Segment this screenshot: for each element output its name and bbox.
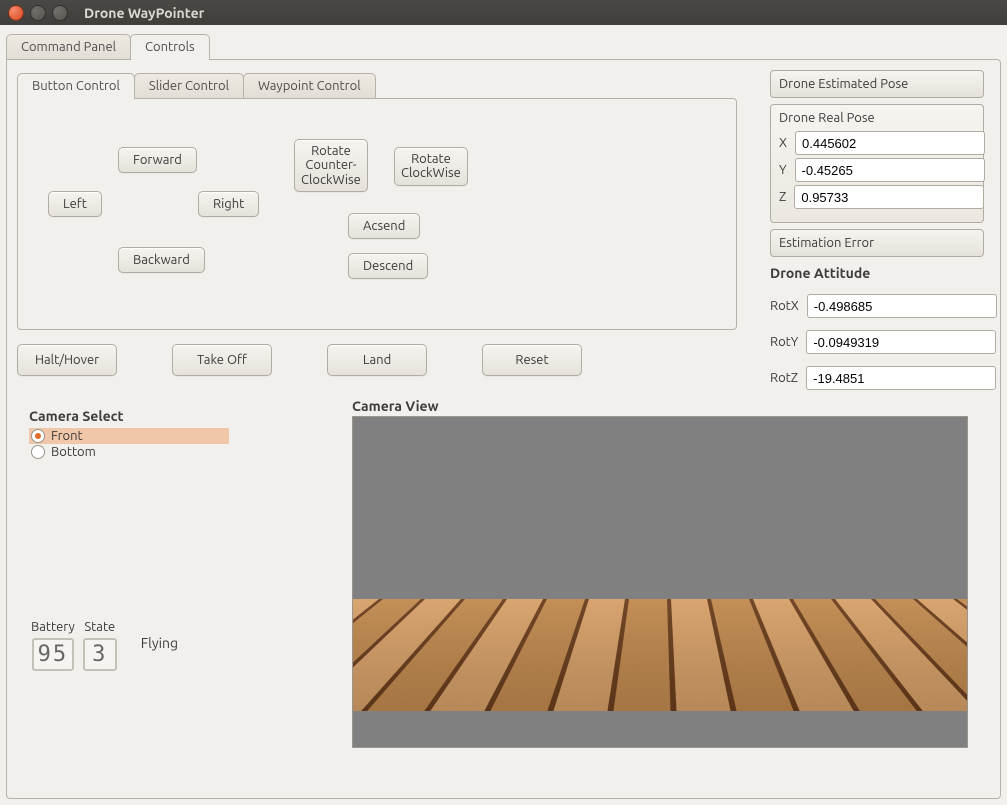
estimated-pose-button[interactable]: Drone Estimated Pose [770, 70, 984, 98]
camera-floor [352, 599, 968, 711]
state-text: Flying [141, 635, 178, 657]
status-block: Battery 95 State 3 Flying [31, 620, 178, 671]
camera-bottom-radio[interactable]: Bottom [29, 444, 229, 460]
roty-label: RotY [770, 335, 798, 349]
camera-select: Camera Select Front Bottom [29, 408, 229, 460]
tab-button-control[interactable]: Button Control [17, 73, 135, 98]
pose-z-label: Z [779, 190, 786, 204]
outer-tabs: Command Panel Controls Button Control Sl… [6, 31, 1001, 799]
halt-button[interactable]: Halt/Hover [17, 344, 117, 376]
forward-button[interactable]: Forward [118, 147, 197, 173]
controls-panel: Button Control Slider Control Waypoint C… [6, 59, 1001, 799]
rotx-label: RotX [770, 299, 799, 313]
ascend-button[interactable]: Acsend [348, 213, 420, 239]
roty-input[interactable] [806, 330, 996, 354]
pose-x-label: X [779, 136, 787, 150]
tab-waypoint-control[interactable]: Waypoint Control [243, 73, 376, 98]
camera-bottom-label: Bottom [51, 445, 96, 459]
state-label: State [84, 620, 115, 634]
battery-display: 95 [32, 638, 75, 671]
content-area: Command Panel Controls Button Control Sl… [0, 25, 1007, 805]
pose-y-label: Y [779, 163, 787, 177]
rotx-input[interactable] [807, 294, 997, 318]
attitude-title: Drone Attitude [770, 265, 984, 281]
radio-icon [31, 429, 45, 443]
camera-view-heading: Camera View [352, 398, 972, 414]
close-icon[interactable] [8, 5, 24, 21]
left-button[interactable]: Left [48, 191, 102, 217]
pose-y-input[interactable] [795, 158, 985, 182]
tab-slider-control[interactable]: Slider Control [134, 73, 244, 98]
inner-tabs: Button Control Slider Control Waypoint C… [17, 70, 737, 330]
pose-z-input[interactable] [794, 185, 984, 209]
rotate-cw-button[interactable]: Rotate ClockWise [394, 147, 468, 186]
camera-front-radio[interactable]: Front [29, 428, 229, 444]
camera-select-heading: Camera Select [29, 408, 229, 424]
takeoff-button[interactable]: Take Off [172, 344, 272, 376]
estimation-error-button[interactable]: Estimation Error [770, 229, 984, 257]
rotz-input[interactable] [806, 366, 996, 390]
right-column: Drone Estimated Pose Drone Real Pose X Y [770, 70, 984, 393]
radio-icon [31, 445, 45, 459]
app-window: Drone WayPointer Command Panel Controls … [0, 0, 1007, 805]
titlebar: Drone WayPointer [0, 0, 1007, 25]
reset-button[interactable]: Reset [482, 344, 582, 376]
tab-command-panel[interactable]: Command Panel [6, 34, 131, 59]
battery-label: Battery [31, 620, 75, 634]
button-control-panel: Forward Left Right Backward Rotate Count… [17, 98, 737, 330]
tab-controls[interactable]: Controls [130, 34, 210, 59]
window-title: Drone WayPointer [84, 5, 204, 21]
real-pose-box: Drone Real Pose X Y Z [770, 104, 984, 223]
land-button[interactable]: Land [327, 344, 427, 376]
descend-button[interactable]: Descend [348, 253, 428, 279]
camera-canvas [352, 416, 968, 748]
real-pose-title: Drone Real Pose [779, 111, 975, 125]
state-display: 3 [83, 638, 117, 671]
camera-view: Camera View [352, 398, 972, 748]
right-button[interactable]: Right [198, 191, 259, 217]
pose-x-input[interactable] [795, 131, 985, 155]
maximize-icon[interactable] [52, 5, 68, 21]
camera-front-label: Front [51, 429, 83, 443]
rotate-ccw-button[interactable]: Rotate Counter- ClockWise [294, 139, 368, 192]
minimize-icon[interactable] [30, 5, 46, 21]
rotz-label: RotZ [770, 371, 798, 385]
backward-button[interactable]: Backward [118, 247, 205, 273]
